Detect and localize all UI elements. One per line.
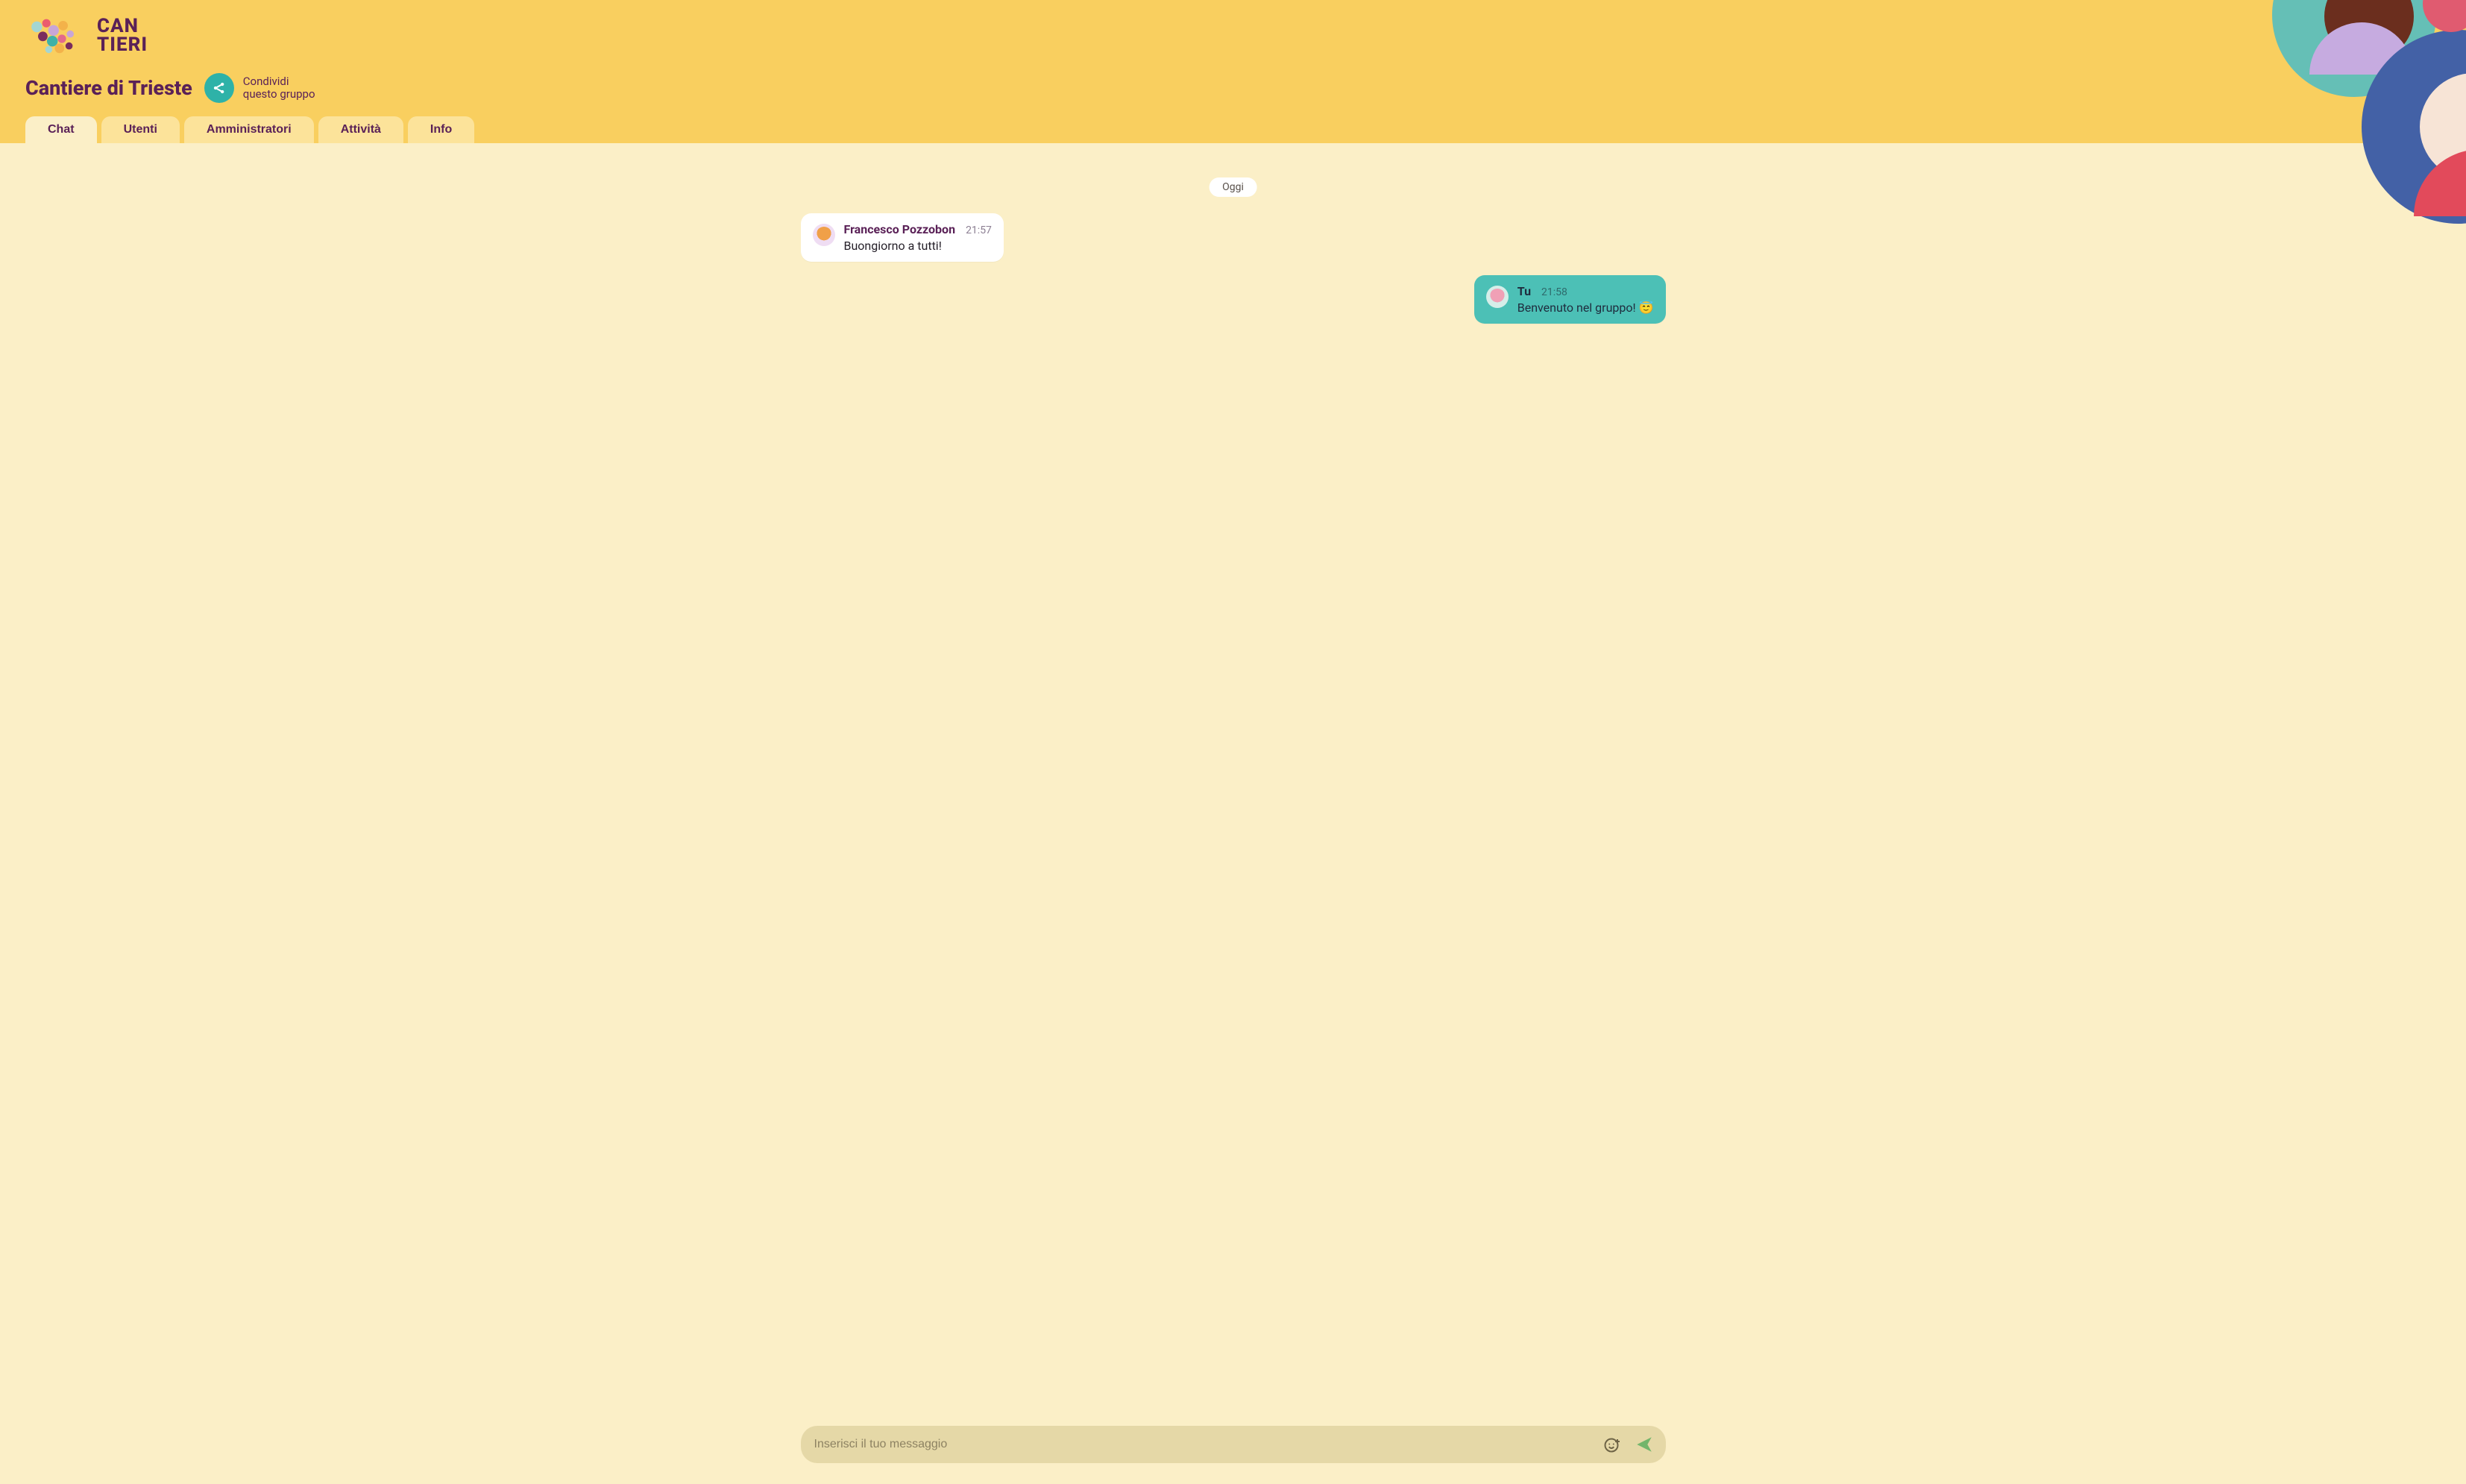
messages-list: Oggi Francesco Pozzobon 21:57 Buongiorno a… bbox=[801, 163, 1666, 1426]
message-body: Tu 21:58 Benvenuto nel gruppo! 😇 bbox=[1517, 284, 1654, 315]
send-icon bbox=[1635, 1435, 1654, 1454]
title-row: Cantiere di Trieste Condividi questo gru… bbox=[25, 73, 2441, 103]
tab-attività[interactable]: Attività bbox=[318, 116, 403, 143]
share-label-line2: questo gruppo bbox=[243, 88, 315, 101]
tab-utenti[interactable]: Utenti bbox=[101, 116, 180, 143]
share-group-button[interactable]: Condividi questo gruppo bbox=[204, 73, 315, 103]
share-label: Condividi questo gruppo bbox=[243, 75, 315, 101]
tab-amministratori[interactable]: Amministratori bbox=[184, 116, 314, 143]
message-input[interactable] bbox=[814, 1438, 1593, 1451]
header: CAN TIERI Cantiere di Trieste Condividi … bbox=[0, 0, 2466, 143]
message-time: 21:58 bbox=[1541, 286, 1567, 298]
message-body: Francesco Pozzobon 21:57 Buongiorno a tutt… bbox=[844, 222, 992, 253]
message-author: Tu bbox=[1517, 284, 1531, 298]
message-header: Francesco Pozzobon 21:57 bbox=[844, 222, 992, 236]
logo-mark bbox=[25, 15, 87, 57]
emoji-icon bbox=[1603, 1436, 1621, 1453]
send-button[interactable] bbox=[1632, 1432, 1657, 1457]
message-bubble: Tu 21:58 Benvenuto nel gruppo! 😇 bbox=[1474, 275, 1666, 324]
tabs: ChatUtentiAmministratoriAttivitàInfo bbox=[25, 116, 2441, 143]
message-time: 21:57 bbox=[966, 224, 992, 236]
message-text: Buongiorno a tutti! bbox=[844, 239, 992, 253]
message-header: Tu 21:58 bbox=[1517, 284, 1654, 298]
avatar bbox=[813, 224, 835, 246]
emoji-button[interactable] bbox=[1600, 1433, 1624, 1456]
tab-chat[interactable]: Chat bbox=[25, 116, 97, 143]
message-row: Francesco Pozzobon 21:57 Buongiorno a tutt… bbox=[801, 213, 1666, 262]
share-label-line1: Condividi bbox=[243, 75, 315, 88]
logo-cluster-icon bbox=[25, 15, 87, 57]
logo-line2: TIERI bbox=[97, 36, 148, 54]
date-separator: Oggi bbox=[1209, 177, 1257, 197]
logo-row: CAN TIERI bbox=[25, 15, 2441, 57]
logo-text: CAN TIERI bbox=[97, 17, 148, 54]
share-icon bbox=[204, 73, 234, 103]
message-composer bbox=[801, 1426, 1666, 1463]
message-bubble: Francesco Pozzobon 21:57 Buongiorno a tutt… bbox=[801, 213, 1004, 262]
message-row: Tu 21:58 Benvenuto nel gruppo! 😇 bbox=[801, 275, 1666, 324]
avatar bbox=[1486, 286, 1509, 308]
message-author: Francesco Pozzobon bbox=[844, 222, 956, 236]
message-text: Benvenuto nel gruppo! 😇 bbox=[1517, 301, 1654, 315]
chat-area: Oggi Francesco Pozzobon 21:57 Buongiorno a… bbox=[0, 163, 2466, 1484]
tab-info[interactable]: Info bbox=[408, 116, 474, 143]
page-title: Cantiere di Trieste bbox=[25, 76, 192, 100]
